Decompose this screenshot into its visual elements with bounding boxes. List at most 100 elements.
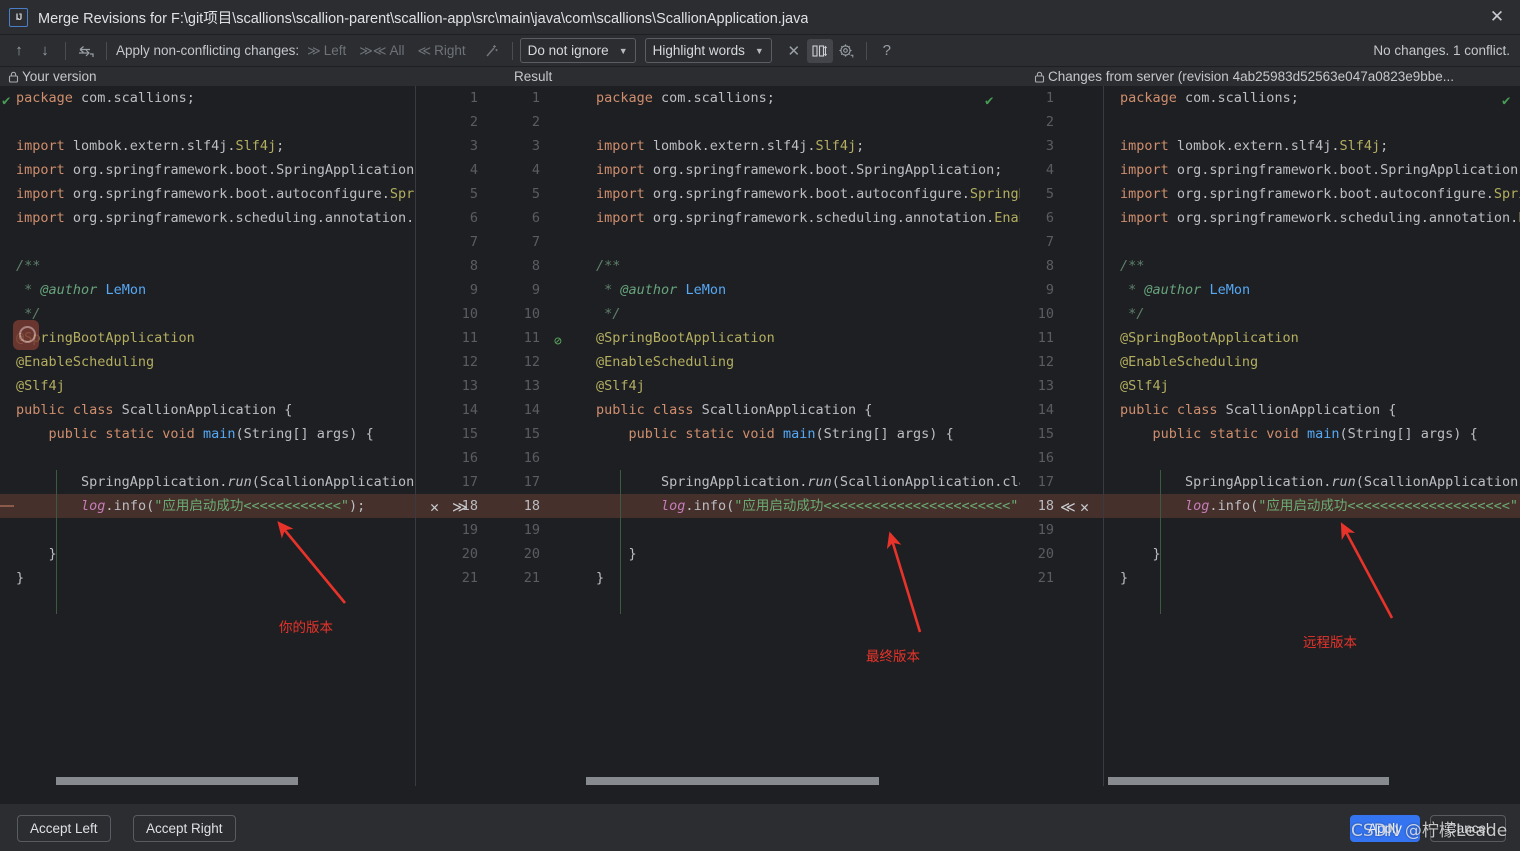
indent-guide (56, 470, 57, 614)
magic-wand-icon[interactable] (479, 39, 505, 63)
result-line-number: 19 (523, 522, 540, 538)
code-line-text: package com.scallions; (580, 86, 1020, 110)
help-icon[interactable]: ? (874, 39, 900, 63)
conflict-apply-left-icon[interactable]: ≫ (452, 495, 468, 519)
collapse-unchanged-icon[interactable]: ✕ (781, 39, 807, 63)
right-hscrollbar-thumb[interactable] (1108, 777, 1389, 785)
apply-button[interactable]: Apply (1350, 815, 1420, 842)
result-line-number: 13 (523, 378, 540, 394)
right-side-line-number: 3 (1045, 138, 1054, 154)
code-token: ( (815, 426, 824, 442)
result-line-number: 4 (531, 162, 540, 178)
code-token: public static void (48, 426, 203, 442)
code-token: { (284, 402, 293, 418)
code-token: } (16, 570, 25, 586)
code-line: */ (0, 302, 416, 326)
code-line (580, 446, 1020, 470)
close-icon[interactable]: ✕ (1474, 0, 1520, 34)
code-line: package com.scallions; (0, 86, 416, 110)
apply-all-button[interactable]: ≫≪ All (359, 43, 404, 59)
ignore-policy-dropdown[interactable]: Do not ignore ▼ (519, 38, 636, 63)
right-hscrollbar[interactable] (1104, 776, 1520, 786)
code-token: com.scallions (652, 90, 767, 106)
chevrons-left-icon: ≪ (417, 42, 432, 58)
next-difference-icon[interactable]: ↓ (32, 39, 58, 63)
code-line-text: } (1104, 566, 1520, 590)
result-line-number: 20 (523, 546, 540, 562)
code-line (0, 446, 416, 470)
result-hscrollbar-thumb[interactable] (586, 777, 879, 785)
gutter-row-right: 11 (1020, 326, 1104, 350)
apply-all-label: All (389, 43, 405, 58)
left-line-number: 13 (461, 378, 478, 394)
conflict-apply-right-icon[interactable]: ≪ (1060, 495, 1076, 519)
code-line-text (580, 446, 1020, 470)
left-line-number: 16 (461, 450, 478, 466)
result-line-number: 18 (523, 498, 540, 514)
settings-gear-icon[interactable] (833, 39, 859, 63)
result-hscrollbar[interactable] (580, 776, 1020, 786)
code-line: } (1104, 542, 1520, 566)
code-line-text: public class ScallionApplication { (580, 398, 1020, 422)
result-line-number: 7 (531, 234, 540, 250)
resolve-conflicts-icon[interactable] (73, 39, 99, 63)
code-line (0, 110, 416, 134)
previous-difference-icon[interactable]: ↑ (6, 39, 32, 63)
conflict-edge-marker (0, 505, 14, 507)
apply-right-button[interactable]: ≪ Right (418, 43, 466, 59)
code-token: ScallionApplication (121, 402, 285, 418)
code-token: com.scallions (1176, 90, 1291, 106)
code-line: public static void main(String[] args) { (1104, 422, 1520, 446)
accept-right-button[interactable]: Accept Right (133, 815, 236, 842)
code-token: package (596, 90, 653, 106)
code-token: info (693, 498, 727, 514)
code-line-text: import org.springframework.boot.autoconf… (580, 182, 1020, 206)
highlight-policy-value: Highlight words (652, 43, 745, 58)
left-line-number: 2 (469, 114, 478, 130)
accept-left-button[interactable]: Accept Left (17, 815, 111, 842)
code-line-text: log.info("应用启动成功<<<<<<<<<<<<<<<<<<<<"); (1104, 494, 1520, 518)
code-token: @EnableScheduling (16, 354, 155, 370)
columns-glyph (812, 44, 828, 57)
right-editor-pane[interactable]: package com.scallions; import lombok.exte… (1104, 86, 1520, 786)
code-line-text: @SpringBootApplication (580, 326, 1020, 350)
gutter-row-right: 1 (1020, 86, 1104, 110)
cancel-button[interactable]: Cancel (1430, 815, 1506, 842)
left-line-number: 4 (469, 162, 478, 178)
left-pane-title-label: Your version (22, 69, 97, 84)
apply-left-button[interactable]: ≫ Left (307, 43, 346, 59)
code-line: SpringApplication.run(ScallionApplicatio… (0, 470, 416, 494)
gutter-row-right: 10 (1020, 302, 1104, 326)
code-line-text: package com.scallions; (0, 86, 416, 110)
code-line: import org.springframework.boot.autoconf… (0, 182, 416, 206)
indent-guide (620, 470, 621, 614)
conflict-ignore-right-icon[interactable]: ✕ (1080, 495, 1089, 519)
code-token: org.springframework.boot.SpringApplicati… (64, 162, 415, 178)
left-line-number: 15 (461, 426, 478, 442)
center-annotation-label: 最终版本 (866, 649, 920, 665)
code-token: @EnableScheduling (1120, 354, 1259, 370)
code-line-text: /** (580, 254, 1020, 278)
left-editor-pane[interactable]: package com.scallions; import lombok.exte… (0, 86, 416, 786)
code-token: @Slf4j (1120, 378, 1169, 394)
code-token: @author (40, 282, 98, 298)
code-token: "应用启动成功<<<<<<<<<<<<" (154, 498, 350, 514)
code-token: String (243, 426, 293, 442)
code-line: @SpringBootApplication (1104, 326, 1520, 350)
code-line-text: import lombok.extern.slf4j.Slf4j; (0, 134, 416, 158)
code-token: main (782, 426, 816, 442)
highlight-policy-dropdown[interactable]: Highlight words ▼ (644, 38, 772, 63)
result-editor-pane[interactable]: package com.scallions; import lombok.exte… (580, 86, 1020, 786)
right-pane-title: Changes from server (revision 4ab25983d5… (1034, 69, 1454, 84)
left-hscrollbar-thumb[interactable] (56, 777, 298, 785)
result-line-number: 14 (523, 402, 540, 418)
left-hscrollbar[interactable] (0, 776, 416, 786)
code-line-text: SpringApplication.run(ScallionApplicatio… (580, 470, 1020, 494)
code-token: org.springframework.boot.autoconfigure. (644, 186, 970, 202)
code-line: } (580, 566, 1020, 590)
conflict-ignore-left-icon[interactable]: ✕ (430, 495, 439, 519)
left-code-content: package com.scallions; import lombok.exte… (0, 86, 416, 614)
conflict-gutter-highlight (416, 494, 580, 518)
editor-layout-icon[interactable] (806, 38, 833, 63)
